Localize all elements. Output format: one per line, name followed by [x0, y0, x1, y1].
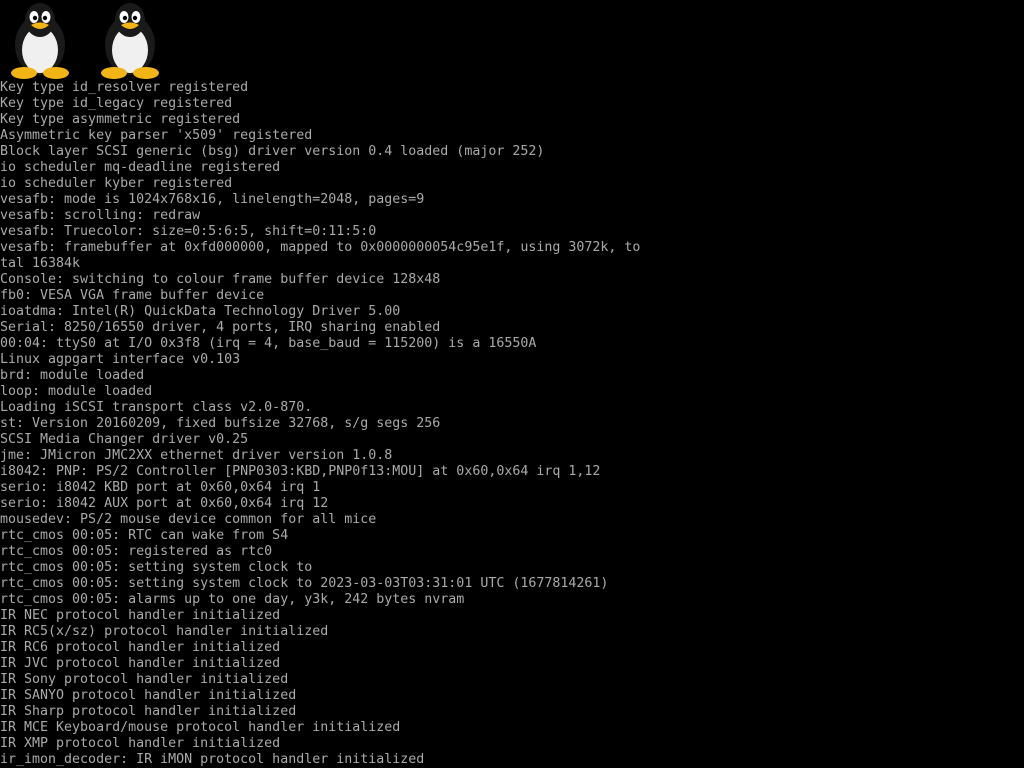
log-line: IR JVC protocol handler initialized [0, 656, 281, 671]
log-line: vesafb: mode is 1024x768x16, linelength=… [0, 192, 425, 207]
log-line: Key type asymmetric registered [0, 112, 241, 127]
log-line: IR RC6 protocol handler initialized [0, 640, 281, 655]
log-line: 00:04: ttyS0 at I/O 0x3f8 (irq = 4, base… [0, 336, 537, 351]
log-line: tal 16384k [0, 256, 81, 271]
log-line: ir_imon_decoder: IR iMON protocol handle… [0, 752, 425, 767]
log-line: vesafb: framebuffer at 0xfd000000, mappe… [0, 240, 641, 255]
log-line: ioatdma: Intel(R) QuickData Technology D… [0, 304, 401, 319]
log-line: brd: module loaded [0, 368, 145, 383]
log-line: Asymmetric key parser 'x509' registered [0, 128, 313, 143]
log-line: IR XMP protocol handler initialized [0, 736, 281, 751]
log-line: vesafb: Truecolor: size=0:5:6:5, shift=0… [0, 224, 377, 239]
log-line: st: Version 20160209, fixed bufsize 3276… [0, 416, 441, 431]
boot-logo-row [0, 0, 180, 80]
boot-console-screen: Key type id_resolver registered Key type… [0, 0, 1024, 768]
log-line: vesafb: scrolling: redraw [0, 208, 201, 223]
log-line: Block layer SCSI generic (bsg) driver ve… [0, 144, 545, 159]
log-line: rtc_cmos 00:05: setting system clock to … [0, 576, 609, 591]
log-line: rtc_cmos 00:05: setting system clock to [0, 560, 313, 575]
log-line: loop: module loaded [0, 384, 153, 399]
log-line: i8042: PNP: PS/2 Controller [PNP0303:KBD… [0, 464, 601, 479]
tux-penguin-icon [101, 3, 159, 79]
kernel-log-output: Key type id_resolver registered Key type… [0, 80, 1024, 768]
log-line: Key type id_legacy registered [0, 96, 233, 111]
log-line: rtc_cmos 00:05: alarms up to one day, y3… [0, 592, 465, 607]
log-line: IR RC5(x/sz) protocol handler initialize… [0, 624, 329, 639]
log-line: IR Sony protocol handler initialized [0, 672, 289, 687]
log-line: Loading iSCSI transport class v2.0-870. [0, 400, 313, 415]
log-line: SCSI Media Changer driver v0.25 [0, 432, 249, 447]
log-line: serio: i8042 AUX port at 0x60,0x64 irq 1… [0, 496, 329, 511]
log-line: IR Sharp protocol handler initialized [0, 704, 297, 719]
log-line: fb0: VESA VGA frame buffer device [0, 288, 265, 303]
log-line: Console: switching to colour frame buffe… [0, 272, 441, 287]
log-line: mousedev: PS/2 mouse device common for a… [0, 512, 377, 527]
log-line: jme: JMicron JMC2XX ethernet driver vers… [0, 448, 393, 463]
log-line: serio: i8042 KBD port at 0x60,0x64 irq 1 [0, 480, 321, 495]
log-line: io scheduler mq-deadline registered [0, 160, 281, 175]
log-line: IR NEC protocol handler initialized [0, 608, 281, 623]
log-line: IR SANYO protocol handler initialized [0, 688, 297, 703]
log-line: io scheduler kyber registered [0, 176, 233, 191]
log-line: Serial: 8250/16550 driver, 4 ports, IRQ … [0, 320, 441, 335]
tux-penguin-icon [11, 3, 69, 79]
log-line: Key type id_resolver registered [0, 80, 249, 95]
log-line: rtc_cmos 00:05: RTC can wake from S4 [0, 528, 289, 543]
log-line: IR MCE Keyboard/mouse protocol handler i… [0, 720, 401, 735]
log-line: rtc_cmos 00:05: registered as rtc0 [0, 544, 273, 559]
log-line: Linux agpgart interface v0.103 [0, 352, 241, 367]
